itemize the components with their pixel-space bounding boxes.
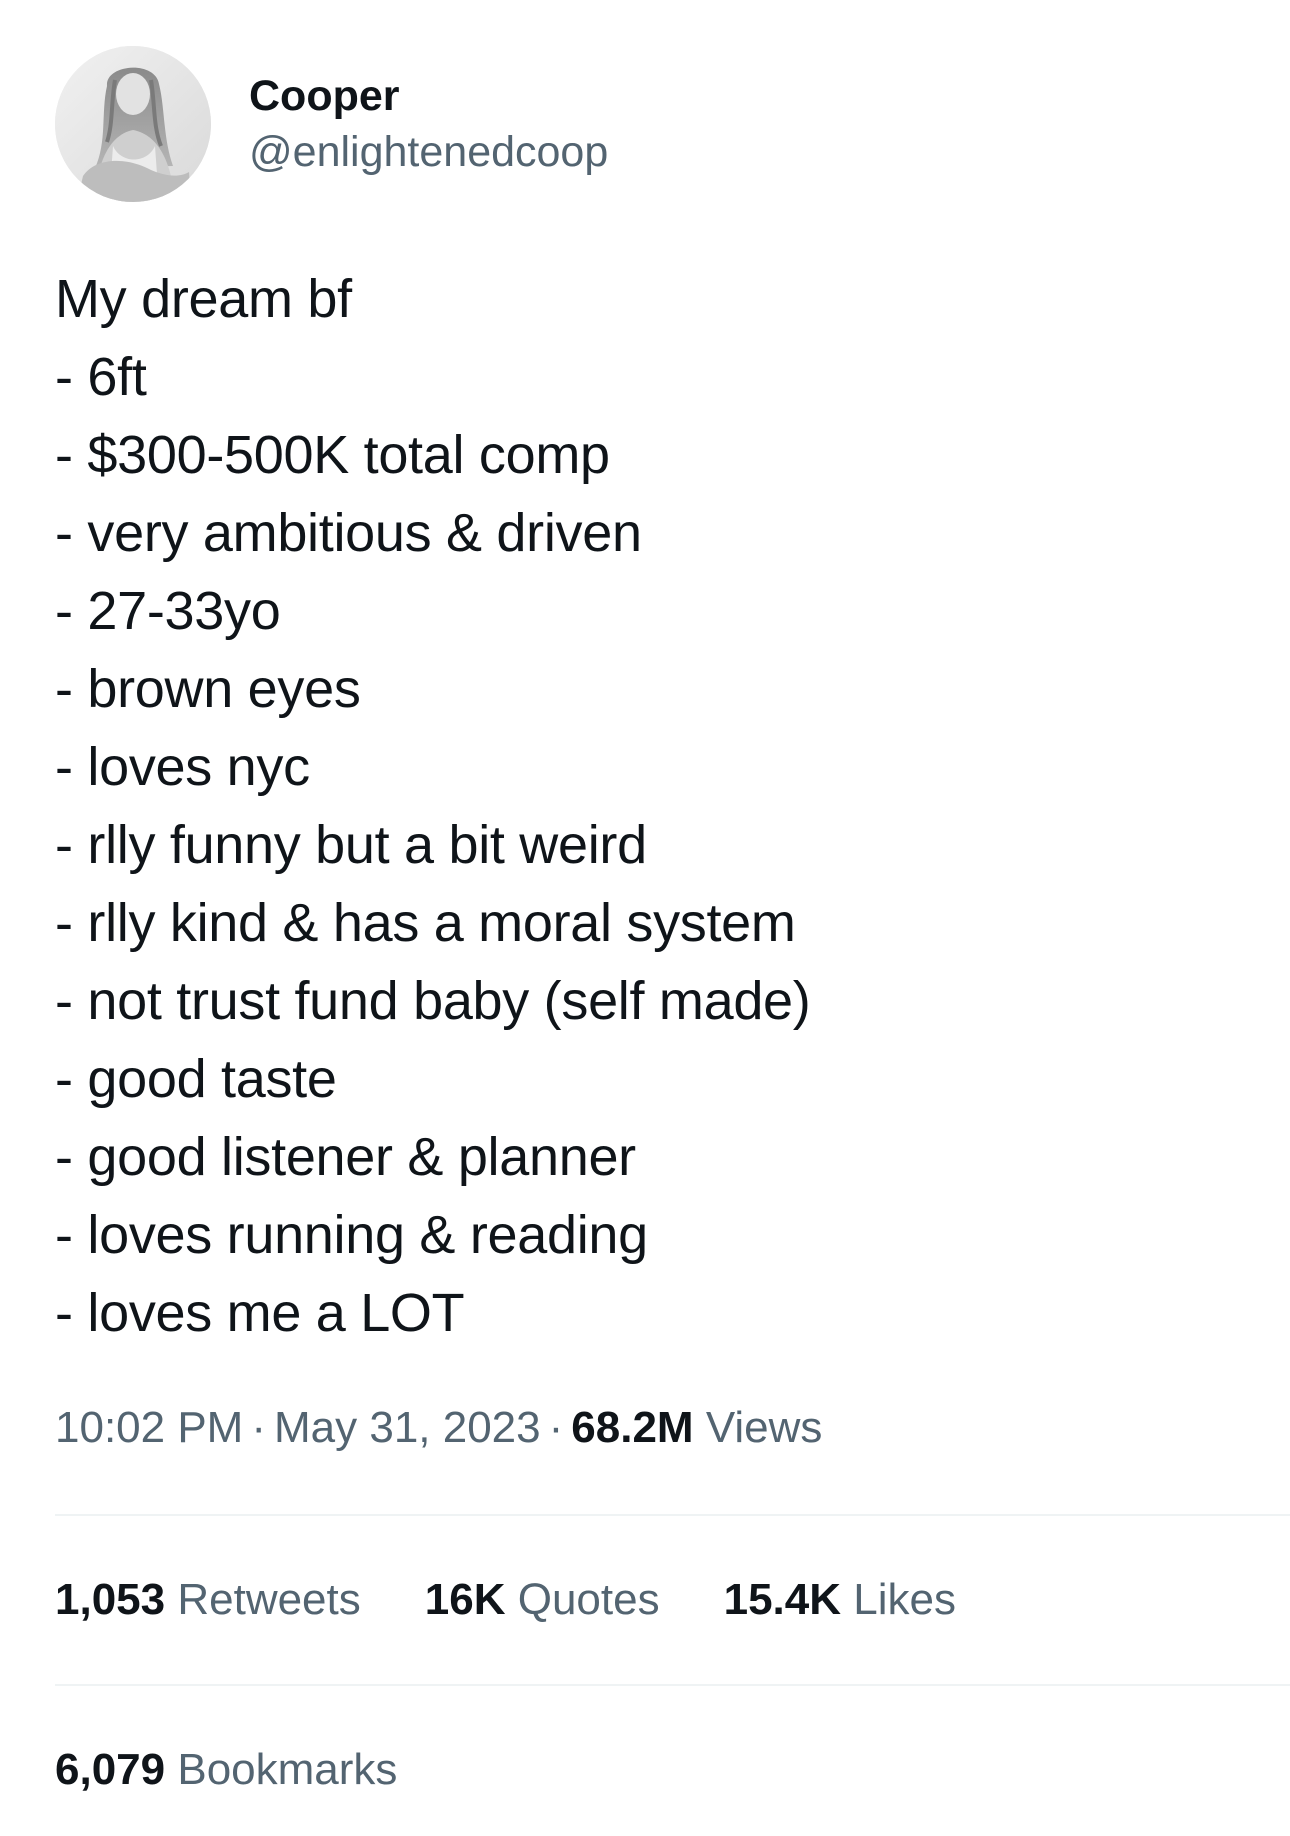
meta-separator: · xyxy=(251,1403,266,1452)
quotes-stat[interactable]: 16K Quotes xyxy=(425,1570,660,1630)
views-count: 68.2M xyxy=(571,1403,694,1452)
tweet-text-line: - $300-500K total comp xyxy=(55,425,610,485)
tweet-detail: Cooper @enlightenedcoop My dream bf - 6f… xyxy=(0,0,1290,1836)
tweet-header: Cooper @enlightenedcoop xyxy=(55,46,608,202)
tweet-text: My dream bf - 6ft - $300-500K total comp… xyxy=(55,260,1255,1352)
tweet-text-line: - loves running & reading xyxy=(55,1205,648,1265)
likes-stat[interactable]: 15.4K Likes xyxy=(724,1570,956,1630)
display-name[interactable]: Cooper xyxy=(249,70,608,122)
user-handle[interactable]: @enlightenedcoop xyxy=(249,126,608,178)
meta-separator: · xyxy=(548,1403,564,1452)
tweet-text-line: - very ambitious & driven xyxy=(55,503,642,563)
tweet-stats: 1,053 Retweets 16K Quotes 15.4K Likes xyxy=(55,1570,1020,1630)
tweet-text-line: - loves nyc xyxy=(55,737,310,797)
divider xyxy=(55,1514,1290,1516)
retweets-stat[interactable]: 1,053 Retweets xyxy=(55,1570,361,1630)
likes-label: Likes xyxy=(853,1575,956,1624)
tweet-text-line: My dream bf xyxy=(55,269,352,329)
tweet-meta: 10:02 PM · May 31, 2023 · 68.2M Views xyxy=(55,1398,822,1458)
quotes-count: 16K xyxy=(424,1575,506,1624)
tweet-text-line: - 27-33yo xyxy=(55,581,281,641)
tweet-text-line: - not trust fund baby (self made) xyxy=(55,971,811,1031)
tweet-text-line: - good taste xyxy=(55,1049,337,1109)
tweet-date[interactable]: May 31, 2023 xyxy=(274,1403,541,1452)
divider xyxy=(55,1684,1290,1686)
views-label: Views xyxy=(705,1403,823,1452)
avatar[interactable] xyxy=(55,46,211,202)
bookmarks-stat[interactable]: 6,079 Bookmarks xyxy=(55,1740,397,1800)
profile-photo-icon xyxy=(55,46,211,202)
retweets-count: 1,053 xyxy=(55,1575,166,1624)
tweet-text-line: - good listener & planner xyxy=(55,1127,636,1187)
quotes-label: Quotes xyxy=(517,1575,660,1624)
likes-count: 15.4K xyxy=(723,1575,842,1624)
tweet-text-line: - loves me a LOT xyxy=(55,1283,465,1343)
tweet-text-line: - rlly kind & has a moral system xyxy=(55,893,796,953)
tweet-time[interactable]: 10:02 PM xyxy=(55,1403,243,1452)
bookmarks-label: Bookmarks xyxy=(177,1745,398,1794)
bookmarks-count: 6,079 xyxy=(55,1745,166,1794)
retweets-label: Retweets xyxy=(177,1575,361,1624)
tweet-text-line: - 6ft xyxy=(55,347,147,407)
user-info: Cooper @enlightenedcoop xyxy=(249,46,608,202)
tweet-text-line: - rlly funny but a bit weird xyxy=(55,815,647,875)
tweet-text-line: - brown eyes xyxy=(55,659,361,719)
